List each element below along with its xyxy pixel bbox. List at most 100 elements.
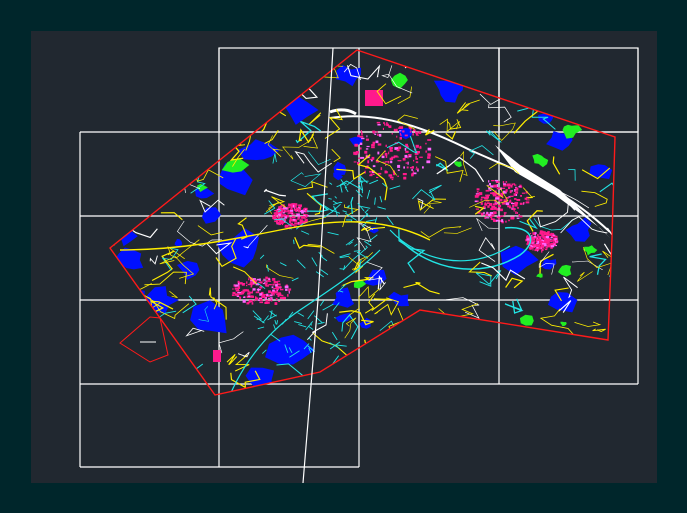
street-segment [444, 58, 459, 75]
street-segment [488, 104, 512, 123]
vegetation-patch [547, 292, 578, 313]
street-segment [563, 398, 580, 406]
street-segment [361, 205, 371, 209]
vegetation-patch [174, 238, 183, 247]
urban-block [265, 276, 268, 279]
urban-block [518, 214, 520, 217]
urban-block [258, 299, 260, 301]
urban-block [247, 291, 249, 293]
street-segment [603, 227, 615, 256]
urban-block [213, 350, 221, 362]
urban-block [555, 239, 558, 242]
vegetation-patch [216, 228, 260, 268]
urban-block [376, 121, 381, 124]
urban-block [516, 212, 518, 214]
urban-block [279, 285, 281, 288]
street-segment [391, 372, 429, 395]
street-segment [297, 180, 328, 191]
urban-block [289, 217, 292, 220]
street-segment [132, 71, 172, 101]
street-segment [596, 357, 615, 377]
urban-block [488, 180, 490, 183]
street-segment [509, 394, 526, 395]
urban-block [544, 248, 548, 251]
urban-block [503, 183, 506, 185]
urban-block [273, 288, 277, 290]
urban-block [357, 134, 360, 138]
street-segment [535, 345, 566, 363]
grid-sheet [498, 47, 639, 133]
street-segment [379, 195, 383, 203]
vegetation-patch [523, 69, 551, 89]
urban-block [545, 247, 548, 249]
street-segment [151, 250, 175, 282]
urban-block [268, 290, 271, 294]
urban-block [237, 287, 239, 290]
street-segment [320, 269, 329, 276]
vegetation-patch [177, 260, 200, 280]
street-segment [173, 50, 218, 61]
urban-block [286, 206, 291, 208]
urban-block [382, 127, 384, 130]
park-patch [453, 161, 462, 168]
street-segment [374, 197, 376, 205]
vegetation-patch [589, 164, 613, 180]
urban-block [530, 233, 532, 235]
street-segment [133, 377, 151, 395]
street-segment [420, 226, 462, 238]
urban-block [411, 172, 414, 176]
urban-block [273, 216, 276, 219]
urban-block [248, 278, 250, 281]
urban-block [505, 202, 510, 206]
street-segment [322, 303, 334, 311]
urban-block [412, 129, 416, 132]
urban-block [375, 140, 379, 144]
cad-map-drawing[interactable] [0, 0, 687, 513]
urban-block [284, 216, 287, 219]
urban-block [248, 299, 253, 303]
street-segment [150, 82, 179, 94]
street-segment [574, 321, 602, 327]
urban-block [369, 158, 372, 160]
urban-block [550, 236, 553, 239]
urban-block [250, 281, 253, 283]
street-segment [525, 333, 571, 353]
street-segment [110, 174, 125, 211]
urban-block [292, 218, 296, 221]
urban-block [422, 166, 424, 169]
street-segment [505, 277, 524, 289]
urban-block [407, 155, 409, 159]
urban-block [307, 214, 309, 217]
urban-block [389, 157, 394, 160]
street-segment [365, 209, 369, 213]
street-segment [132, 62, 148, 76]
street-segment [163, 115, 174, 124]
urban-block [537, 234, 539, 237]
urban-block [496, 216, 501, 219]
urban-block [287, 212, 289, 215]
urban-block [296, 207, 299, 211]
vegetation-patch [143, 110, 158, 124]
urban-block [232, 291, 236, 294]
park-patch [532, 153, 549, 168]
street-segment [541, 83, 585, 115]
street-segment [612, 398, 625, 413]
urban-block [500, 215, 504, 217]
urban-block [246, 281, 248, 284]
urban-block [251, 302, 254, 305]
vegetation-patch [335, 312, 353, 323]
street-segment [265, 264, 294, 279]
street-segment [543, 50, 577, 63]
urban-block [294, 222, 298, 225]
urban-block [264, 302, 268, 304]
street-segment [561, 101, 576, 115]
urban-block [370, 173, 373, 176]
street-segment [592, 328, 606, 333]
street-segment [197, 136, 217, 143]
urban-block [509, 190, 512, 194]
street-segment [319, 300, 325, 307]
street-segment [287, 383, 311, 395]
street-segment [158, 363, 204, 377]
urban-block [299, 218, 301, 221]
street-segment [265, 50, 280, 70]
